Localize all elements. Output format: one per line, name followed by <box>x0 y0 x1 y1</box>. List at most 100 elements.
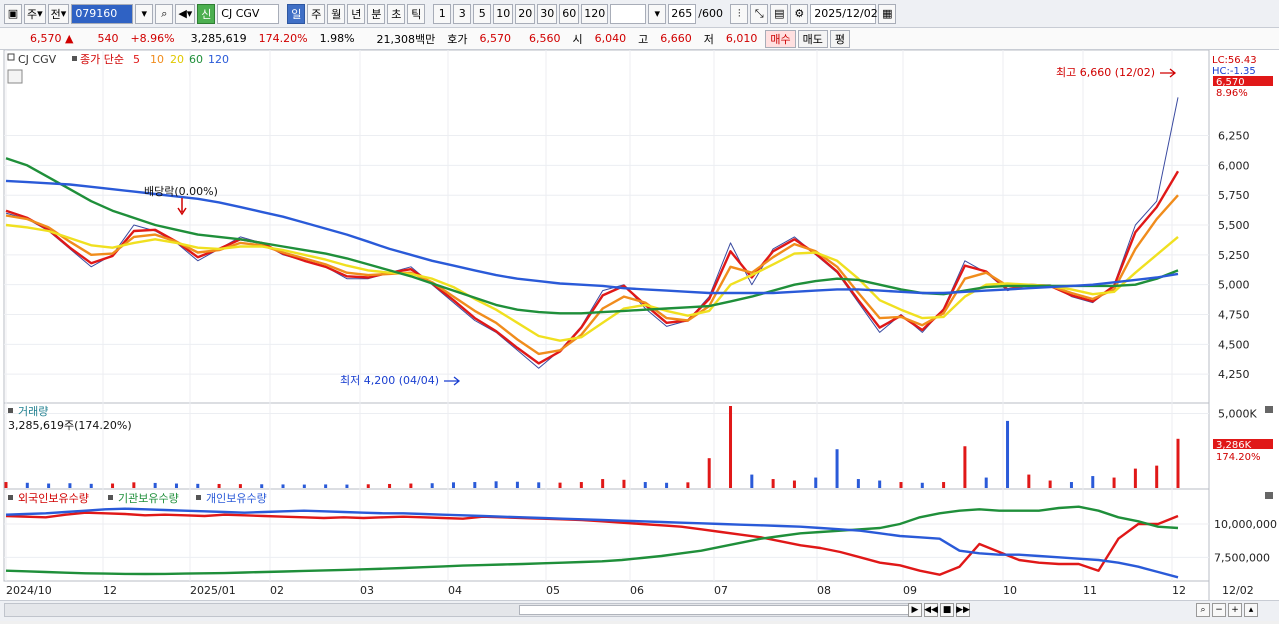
legend-ma60: 60 <box>189 53 203 66</box>
volume-bar <box>558 482 562 488</box>
vol-y-tick: 5,000K <box>1218 407 1257 420</box>
x-tick-label: 02 <box>270 584 284 597</box>
price-y-tick: 6,000 <box>1218 159 1250 172</box>
volume-bar <box>792 480 796 488</box>
holders-y-tick: 10,000,000 <box>1214 518 1277 531</box>
stock-code-input[interactable]: 079160 <box>71 3 134 24</box>
interval-dropdown-icon[interactable]: ▾ <box>648 3 667 24</box>
min-60-button[interactable]: 60 <box>559 3 580 24</box>
sell-button[interactable]: 매도 <box>797 29 828 48</box>
min-120-button[interactable]: 120 <box>581 3 609 24</box>
speaker-icon[interactable]: ◀▾ <box>175 3 196 24</box>
min-10-button[interactable]: 10 <box>493 3 514 24</box>
vol-tag: 3,286K <box>1216 440 1252 451</box>
zoom-in-icon[interactable]: + <box>1228 603 1242 617</box>
price-value: 6,570 <box>30 32 62 45</box>
holders-close-icon[interactable] <box>1265 492 1273 499</box>
chart-area[interactable]: 4,250 4,500 4,750 5,000 5,250 5,500 5,750 6,000… <box>0 49 1279 621</box>
legend-ma120: 120 <box>208 53 229 66</box>
min-20-button[interactable]: 20 <box>515 3 536 24</box>
count-input[interactable]: 265 <box>668 3 697 24</box>
volume-bar <box>345 484 349 488</box>
period-week-button[interactable]: 주 <box>307 3 326 24</box>
period-month-button[interactable]: 월 <box>327 3 346 24</box>
volume-bar <box>814 477 818 488</box>
interval-input[interactable] <box>610 3 647 24</box>
market-select[interactable]: 주 ▾ <box>24 3 46 24</box>
volume-bar <box>643 482 647 488</box>
vol-close-icon[interactable] <box>1265 406 1273 413</box>
holders-foreign[interactable]: 외국인보유수량 <box>18 492 89 505</box>
min-5-button[interactable]: 5 <box>473 3 492 24</box>
x-tick-label: 05 <box>546 584 560 597</box>
volume-bar <box>324 484 328 488</box>
volume-bar <box>47 483 51 488</box>
chart-type-icon[interactable]: ⫶ <box>730 3 749 24</box>
x-tick-label: 04 <box>448 584 462 597</box>
min-3-button[interactable]: 3 <box>453 3 472 24</box>
buy-button[interactable]: 매수 <box>765 29 796 48</box>
even-button[interactable]: 평 <box>829 29 851 48</box>
zoom-icon[interactable]: ⌕ <box>1196 603 1210 617</box>
save-icon[interactable]: ▤ <box>770 3 789 24</box>
time-scrollbar[interactable] <box>4 603 914 617</box>
volume-bar <box>132 482 136 488</box>
search-icon[interactable]: ⌕ <box>155 3 174 24</box>
holders-inst[interactable]: 기관보유수량 <box>118 492 179 505</box>
layout-icon[interactable]: ▣ <box>4 3 22 24</box>
volume-bar <box>899 482 903 488</box>
rewind-icon[interactable]: ◀◀ <box>924 603 938 617</box>
volume-bar <box>111 483 115 488</box>
period-tick-button[interactable]: 틱 <box>407 3 426 24</box>
y-tick-labels: 4,250 4,500 4,750 5,000 5,250 5,500 5,750 6,000… <box>1214 130 1277 565</box>
legend-bullet-icon <box>72 56 77 61</box>
play-icon[interactable]: ▶ <box>908 603 922 617</box>
volume-bar <box>1069 482 1073 488</box>
price-y-tick: 4,750 <box>1218 308 1250 321</box>
x-tick-label: 03 <box>360 584 374 597</box>
volume-bar <box>196 483 200 488</box>
market2-select[interactable]: 전 ▾ <box>47 3 70 24</box>
volume-bar <box>1006 420 1010 488</box>
volume-bar <box>25 482 29 488</box>
up-arrow-icon: ▲ <box>65 32 74 45</box>
legend-stock[interactable]: CJ CGV <box>18 53 57 66</box>
min-1-button[interactable]: 1 <box>433 3 452 24</box>
zoom-out-icon[interactable]: − <box>1212 603 1226 617</box>
x-tick-label: 06 <box>630 584 644 597</box>
scroll-thumb[interactable] <box>519 605 909 615</box>
count-max-label: /600 <box>698 7 723 20</box>
volume-bar <box>89 483 93 488</box>
trade-amount: 21,308백만 <box>376 32 436 46</box>
period-year-button[interactable]: 년 <box>347 3 366 24</box>
period-second-button[interactable]: 초 <box>387 3 406 24</box>
volume-bar <box>942 482 946 488</box>
code-dropdown-icon[interactable]: ▾ <box>135 3 154 24</box>
period-minute-button[interactable]: 분 <box>367 3 386 24</box>
volume-bar <box>1091 476 1095 488</box>
dividend-annotation: 배당락(0.00%) <box>144 185 218 198</box>
volume-bar <box>856 479 860 488</box>
collapse-icon[interactable]: ▴ <box>1244 603 1258 617</box>
zoom-controls: ⌕ − + ▴ <box>1196 603 1258 617</box>
table-toggle-icon[interactable] <box>7 69 23 84</box>
volume-bar <box>984 477 988 488</box>
price-y-tick: 6,250 <box>1218 130 1250 143</box>
period-day-button[interactable]: 일 <box>287 3 306 24</box>
stock-name-field: CJ CGV <box>217 3 280 24</box>
legend-ma-label[interactable]: 종가 단순 <box>80 53 124 66</box>
calendar-icon[interactable]: ▦ <box>878 3 897 24</box>
holders-indiv[interactable]: 개인보유수량 <box>206 492 267 505</box>
date-input[interactable]: 2025/12/02 <box>810 3 878 24</box>
stop-icon[interactable]: ■ <box>940 603 954 617</box>
high-label: 고 <box>638 32 649 46</box>
hoga-label: 호가 <box>447 32 468 46</box>
draw-tool-icon[interactable]: ⤡ <box>750 3 769 24</box>
volume-bar <box>878 480 882 488</box>
min-30-button[interactable]: 30 <box>537 3 558 24</box>
holders-y-tick: 7,500,000 <box>1214 551 1270 564</box>
vol-title[interactable]: 거래량 <box>18 405 48 418</box>
holders-panel <box>3 488 1210 582</box>
gear-icon[interactable]: ⚙ <box>790 3 809 24</box>
forward-icon[interactable]: ▶▶ <box>956 603 970 617</box>
